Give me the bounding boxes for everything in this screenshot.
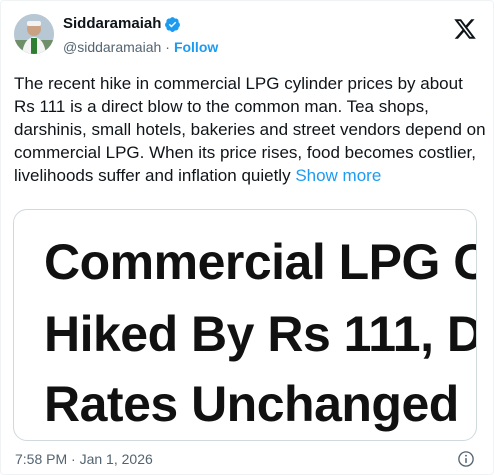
tweet-date: Jan 1, 2026 <box>79 451 153 467</box>
author-handle[interactable]: @siddaramaiah <box>63 39 161 56</box>
tweet-time: 7:58 PM <box>15 451 68 467</box>
avatar[interactable] <box>14 14 54 54</box>
author-display-name[interactable]: Siddaramaiah <box>63 15 161 33</box>
timestamp-separator: · <box>71 451 76 467</box>
verified-badge-icon <box>165 16 181 32</box>
author-handle-row: @siddaramaiah · Follow <box>63 39 218 56</box>
author-name-row: Siddaramaiah <box>63 15 181 33</box>
info-icon[interactable] <box>457 450 475 468</box>
tweet-media-image[interactable]: Commercial LPG C Hiked By Rs 111, D Rate… <box>13 209 477 441</box>
tweet-text: The recent hike in commercial LPG cylind… <box>14 72 486 187</box>
tweet-body: The recent hike in commercial LPG cylind… <box>14 74 486 185</box>
profile-photo-icon <box>14 14 54 54</box>
media-headline-line-2: Hiked By Rs 111, D <box>44 306 477 362</box>
handle-separator: · <box>165 39 170 55</box>
follow-button[interactable]: Follow <box>174 39 218 56</box>
tweet-card: Siddaramaiah @siddaramaiah · Follow The … <box>0 0 494 475</box>
show-more-link[interactable]: Show more <box>295 166 381 185</box>
media-headline-line-1: Commercial LPG C <box>44 234 477 290</box>
media-headline-line-3: Rates Unchanged <box>44 376 459 432</box>
tweet-timestamp[interactable]: 7:58 PM · Jan 1, 2026 <box>15 451 153 468</box>
x-logo-icon[interactable] <box>453 17 477 41</box>
